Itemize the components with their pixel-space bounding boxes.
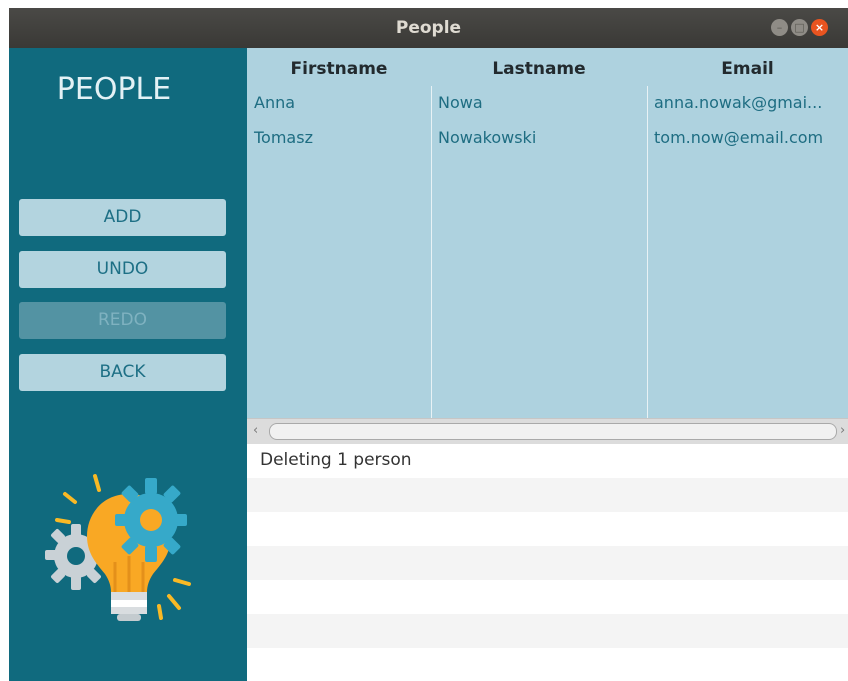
- cell-firstname[interactable]: Tomasz: [254, 128, 313, 147]
- window-title: People: [395, 18, 462, 38]
- cell-lastname[interactable]: Nowakowski: [438, 128, 536, 147]
- add-button[interactable]: ADD: [19, 199, 226, 236]
- horizontal-scrollbar[interactable]: ‹ ›: [247, 418, 848, 444]
- list-item: [247, 546, 848, 580]
- log-list[interactable]: Deleting 1 person: [247, 444, 848, 681]
- list-item: [247, 614, 848, 648]
- undo-button[interactable]: UNDO: [19, 251, 226, 288]
- list-item: [247, 512, 848, 546]
- sidebar: PEOPLE ADD UNDO REDO BACK: [9, 48, 247, 681]
- column-divider: [431, 86, 432, 418]
- cell-email[interactable]: anna.nowak@gmai...: [654, 93, 822, 112]
- column-header-lastname[interactable]: Lastname: [431, 48, 647, 86]
- list-item[interactable]: Deleting 1 person: [247, 444, 848, 478]
- app-title: PEOPLE: [56, 72, 172, 107]
- scroll-thumb[interactable]: [269, 423, 837, 440]
- column-header-firstname[interactable]: Firstname: [247, 48, 431, 86]
- maximize-icon[interactable]: □: [791, 19, 808, 36]
- blue-gear: [115, 478, 187, 562]
- minimize-icon[interactable]: –: [771, 19, 788, 36]
- title-bar[interactable]: People – □ ×: [9, 8, 848, 48]
- cell-email[interactable]: tom.now@email.com: [654, 128, 823, 147]
- scroll-right-icon[interactable]: ›: [840, 419, 845, 443]
- people-table[interactable]: Firstname Lastname Email Anna Nowa anna.…: [247, 48, 848, 418]
- lightbulb-gears-icon: [45, 474, 191, 621]
- list-item: [247, 580, 848, 614]
- app-window: People – □ × PEOPLE ADD UNDO REDO BACK F…: [9, 8, 848, 681]
- cell-lastname[interactable]: Nowa: [438, 93, 483, 112]
- redo-button: REDO: [19, 302, 226, 339]
- back-button[interactable]: BACK: [19, 354, 226, 391]
- scroll-left-icon[interactable]: ‹: [253, 419, 258, 443]
- column-divider: [647, 86, 648, 418]
- log-entry-text: Deleting 1 person: [260, 450, 412, 470]
- list-item: [247, 478, 848, 512]
- close-icon[interactable]: ×: [811, 19, 828, 36]
- list-item: [247, 648, 848, 681]
- cell-firstname[interactable]: Anna: [254, 93, 295, 112]
- column-header-email[interactable]: Email: [647, 48, 848, 86]
